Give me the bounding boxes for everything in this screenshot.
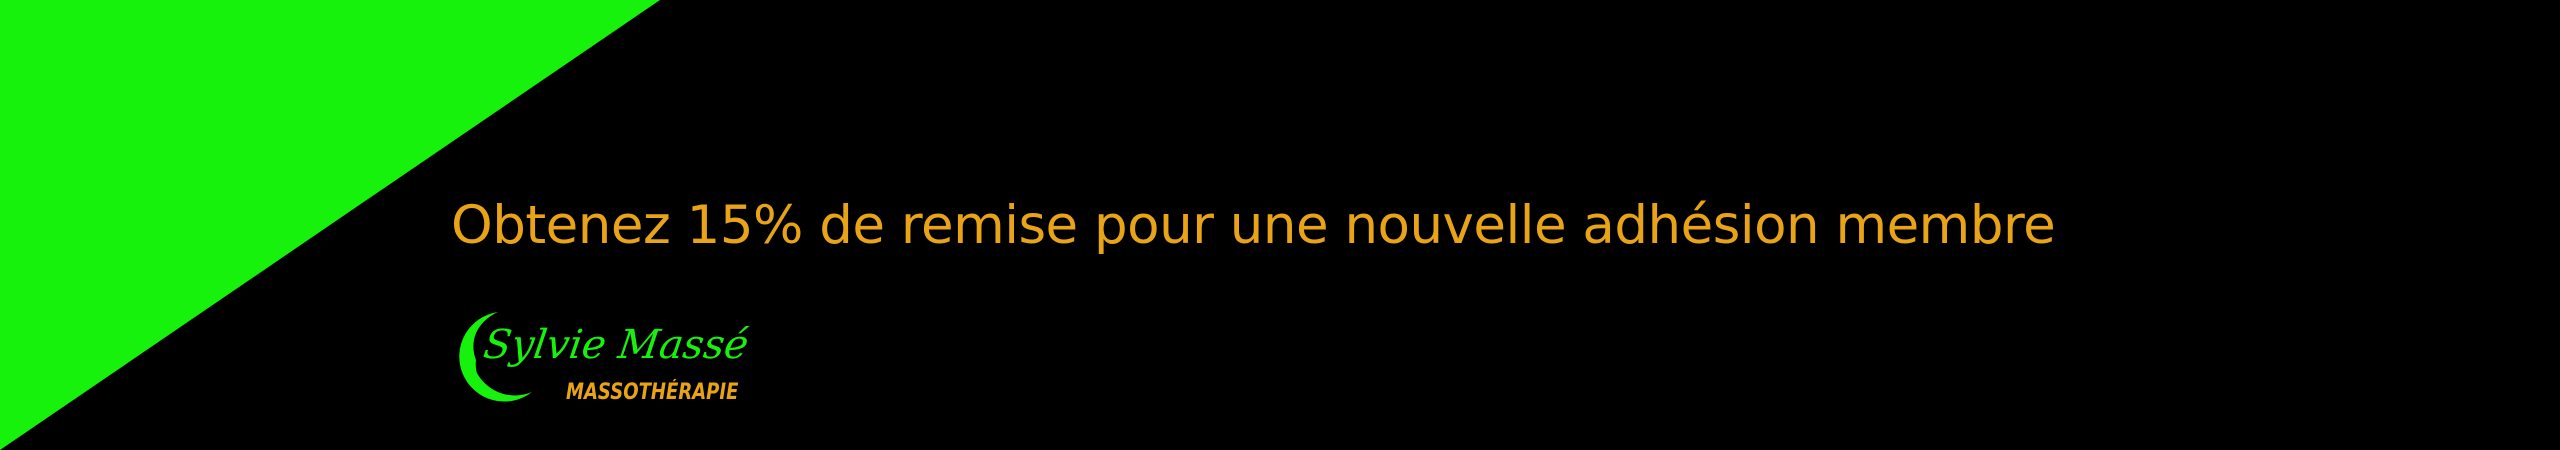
promo-banner: Obtenez 15% de remise pour une nouvelle …	[0, 0, 2560, 450]
promo-headline: Obtenez 15% de remise pour une nouvelle …	[451, 195, 2056, 256]
logo-subtitle: MASSOTHÉRAPIE	[566, 380, 739, 405]
brand-logo[interactable]: Sylvie Massé MASSOTHÉRAPIE	[446, 300, 786, 420]
logo-name: Sylvie Massé	[480, 322, 752, 368]
